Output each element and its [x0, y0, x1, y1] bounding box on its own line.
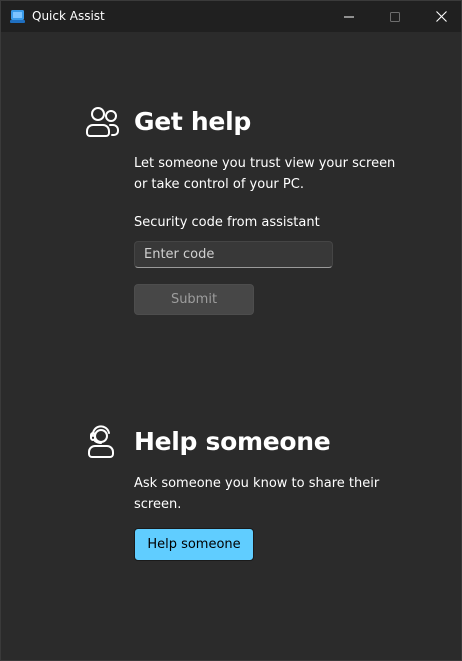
people-icon [85, 104, 121, 140]
help-someone-description: Ask someone you know to share their scre… [134, 476, 380, 512]
close-button[interactable] [418, 1, 462, 32]
get-help-description: Let someone you trust view your screen o… [134, 156, 396, 192]
submit-button[interactable]: Submit [134, 284, 254, 315]
minimize-button[interactable] [326, 1, 372, 32]
help-someone-button[interactable]: Help someone [134, 528, 254, 561]
quick-assist-icon [10, 9, 26, 24]
help-someone-heading: Help someone [134, 427, 331, 456]
window-title: Quick Assist [32, 9, 105, 23]
quick-assist-window: Quick Assist Get help Let someone you tr… [0, 0, 462, 661]
title-bar[interactable]: Quick Assist [1, 1, 461, 32]
minimize-icon [344, 7, 354, 26]
maximize-button[interactable] [372, 1, 418, 32]
security-code-input[interactable] [134, 241, 333, 268]
maximize-icon [390, 7, 400, 26]
security-code-label: Security code from assistant [134, 215, 320, 230]
person-headset-icon [85, 424, 121, 460]
close-icon [435, 7, 447, 26]
get-help-heading: Get help [134, 107, 251, 136]
